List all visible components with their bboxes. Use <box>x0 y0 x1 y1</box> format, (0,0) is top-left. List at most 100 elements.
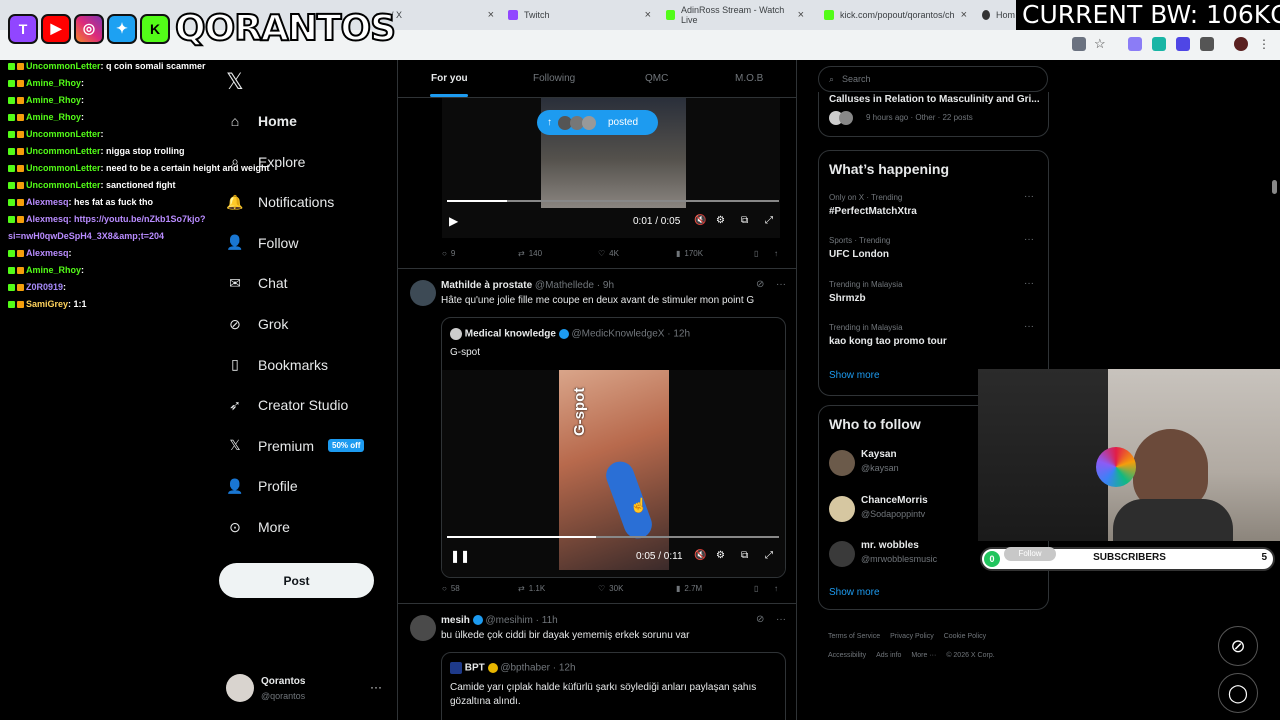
video-progress-bar[interactable] <box>447 536 779 538</box>
sidebar-item-home[interactable]: ⌂ Home <box>226 106 297 136</box>
pip-icon[interactable]: ⧉ <box>741 550 748 561</box>
bookmark-icon[interactable]: ▯ <box>754 584 758 593</box>
footer-link[interactable]: Cookie Policy <box>944 633 986 640</box>
avatar[interactable] <box>410 615 436 641</box>
chat-username[interactable]: UncommonLetter <box>26 163 101 173</box>
quote-tweet[interactable]: Medical knowledge @MedicKnowledgeX · 12h… <box>441 317 786 578</box>
sidebar-item-follow[interactable]: 👤 Follow <box>226 228 298 258</box>
install-icon[interactable] <box>1072 37 1086 51</box>
chat-username[interactable]: SamiGrey <box>26 299 68 309</box>
chat-username[interactable]: Z0R0919 <box>26 282 63 292</box>
tab-qmc[interactable]: QMC <box>645 73 668 84</box>
views-button[interactable]: ▮ 2.7M <box>676 584 702 593</box>
avatar[interactable] <box>829 450 855 476</box>
fullscreen-icon[interactable]: ⤢ <box>765 550 773 561</box>
chat-username[interactable]: UncommonLetter <box>26 61 101 71</box>
tab-adinross[interactable]: AdinRoss Stream - Watch Live × <box>660 4 810 26</box>
sidebar-item-explore[interactable]: ⌕ Explore <box>226 147 305 177</box>
author-name[interactable]: Mathilde à prostate <box>441 280 532 291</box>
footer-link[interactable]: © 2026 X Corp. <box>946 652 994 659</box>
footer-link[interactable]: More ··· <box>911 652 936 659</box>
puzzle-icon[interactable] <box>1200 37 1214 51</box>
chat-username[interactable]: Amine_Rhoy <box>26 78 81 88</box>
suggested-user-name[interactable]: ChanceMorris <box>861 495 928 506</box>
trend-name[interactable]: #PerfectMatchXtra <box>829 206 917 217</box>
trend-name[interactable]: Shrmzb <box>829 293 866 304</box>
avatar[interactable] <box>410 280 436 306</box>
views-button[interactable]: ▮ 170K <box>676 249 703 258</box>
mute-icon[interactable]: 🔇 <box>694 550 706 561</box>
sidebar-item-notifications[interactable]: 🔔 Notifications <box>226 187 334 217</box>
sidebar-item-more[interactable]: ⊙ More <box>226 512 290 542</box>
tweet-video[interactable]: G-spot <box>442 370 785 577</box>
settings-icon[interactable]: ⚙ <box>716 215 725 226</box>
reply-button[interactable]: ○ 58 <box>442 584 460 593</box>
more-dots-icon[interactable]: ··· <box>776 279 786 290</box>
grok-icon[interactable]: ⊘ <box>756 614 764 625</box>
avatar[interactable] <box>226 674 254 702</box>
menu-dots-icon[interactable]: ⋮ <box>1258 37 1272 51</box>
chat-username[interactable]: UncommonLetter <box>26 129 101 139</box>
author-handle[interactable]: @mesihim <box>485 615 532 626</box>
close-icon[interactable]: × <box>961 9 967 21</box>
sidebar-item-premium[interactable]: 𝕏 Premium 50% off <box>226 431 365 461</box>
chat-username[interactable]: Alexmesq <box>26 248 69 258</box>
sidebar-item-creator-studio[interactable]: ➶ Creator Studio <box>226 390 348 420</box>
repost-button[interactable]: ⇄ 140 <box>518 249 542 258</box>
repost-button[interactable]: ⇄ 1.1K <box>518 584 545 593</box>
tab-for-you[interactable]: For you <box>431 73 468 84</box>
grok-button[interactable]: ⊘ <box>1218 626 1258 666</box>
extension-icon[interactable] <box>1128 37 1142 51</box>
author-name[interactable]: mesih <box>441 615 470 626</box>
chat-username[interactable]: Amine_Rhoy <box>26 112 81 122</box>
tab-mob[interactable]: M.O.B <box>735 73 763 84</box>
sidebar-item-chat[interactable]: ✉ Chat <box>226 268 287 298</box>
mute-icon[interactable]: 🔇 <box>694 215 706 226</box>
more-dots-icon[interactable]: ··· <box>370 680 382 694</box>
like-button[interactable]: ♡ 4K <box>598 249 619 258</box>
sidebar-item-bookmarks[interactable]: ▯ Bookmarks <box>226 350 328 380</box>
extension-icon[interactable] <box>1152 37 1166 51</box>
scrollbar-thumb[interactable] <box>1272 180 1277 194</box>
share-icon[interactable]: ↑ <box>774 249 778 258</box>
extension-icon[interactable] <box>1176 37 1190 51</box>
close-icon[interactable]: × <box>645 9 651 21</box>
more-dots-icon[interactable]: ··· <box>1024 278 1034 289</box>
footer-link[interactable]: Ads info <box>876 652 901 659</box>
more-dots-icon[interactable]: ··· <box>1024 234 1034 245</box>
x-logo-icon[interactable]: 𝕏 <box>226 70 244 95</box>
avatar[interactable] <box>1234 37 1248 51</box>
tab-following[interactable]: Following <box>533 73 575 84</box>
settings-icon[interactable]: ⚙ <box>716 550 725 561</box>
chat-username[interactable]: UncommonLetter <box>26 146 101 156</box>
star-icon[interactable]: ☆ <box>1094 37 1108 51</box>
sidebar-item-grok[interactable]: ⊘ Grok <box>226 309 288 339</box>
like-button[interactable]: ♡ 30K <box>598 584 623 593</box>
new-posts-pill[interactable]: ↑ posted <box>537 110 658 135</box>
chat-username[interactable]: UncommonLetter <box>26 180 101 190</box>
footer-link[interactable]: Accessibility <box>828 652 866 659</box>
close-icon[interactable]: × <box>798 9 804 21</box>
fullscreen-icon[interactable]: ⤢ <box>765 215 773 226</box>
footer-link[interactable]: Privacy Policy <box>890 633 934 640</box>
author-handle[interactable]: @Mathellede <box>535 280 594 291</box>
suggested-user-name[interactable]: Kaysan <box>861 449 897 460</box>
pip-icon[interactable]: ⧉ <box>741 215 748 226</box>
grok-icon[interactable]: ⊘ <box>756 279 764 290</box>
sidebar-item-profile[interactable]: 👤 Profile <box>226 471 297 501</box>
tab-twitch[interactable]: Twitch × <box>502 4 657 26</box>
more-dots-icon[interactable]: ··· <box>1024 321 1034 332</box>
video-progress-bar[interactable] <box>447 200 779 202</box>
show-more-link[interactable]: Show more <box>829 587 880 598</box>
chat-username[interactable]: Amine_Rhoy <box>26 265 81 275</box>
close-icon[interactable]: × <box>488 9 494 21</box>
chat-username[interactable]: Amine_Rhoy <box>26 95 81 105</box>
more-dots-icon[interactable]: ··· <box>1024 191 1034 202</box>
post-button[interactable]: Post <box>219 563 374 598</box>
tab-home[interactable]: Hom <box>976 4 1021 26</box>
pause-icon[interactable]: ❚❚ <box>450 549 470 563</box>
suggested-user-name[interactable]: mr. wobbles <box>861 540 919 551</box>
quote-tweet[interactable]: BPT @bpthaber · 12h Camide yarı çıplak h… <box>441 652 786 720</box>
footer-link[interactable]: Terms of Service <box>828 633 880 640</box>
tab-kick-popout[interactable]: kick.com/popout/qorantos/ch × <box>818 4 973 26</box>
